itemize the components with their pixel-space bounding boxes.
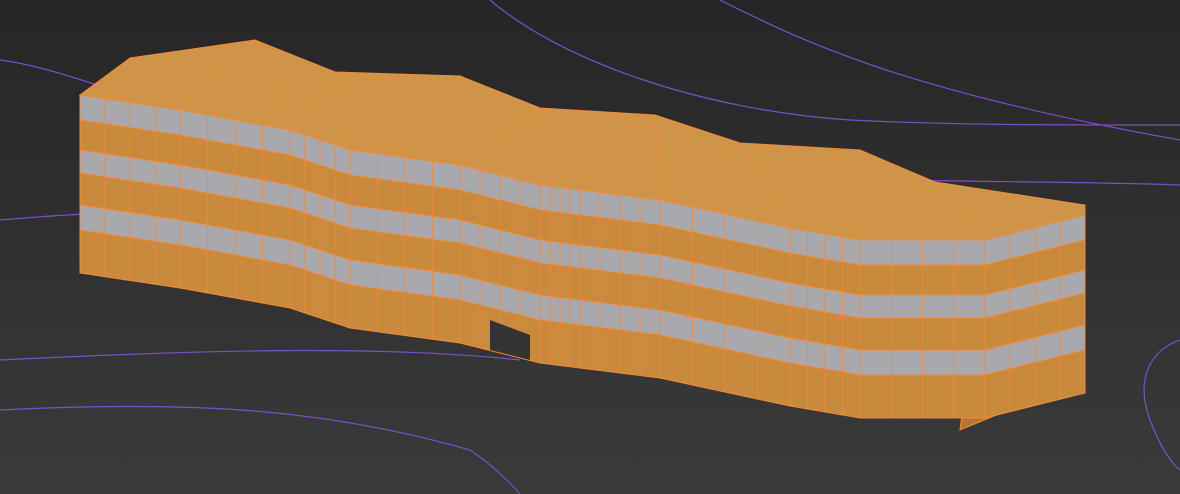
scene-spline bbox=[1143, 339, 1180, 471]
scene-spline bbox=[489, 0, 1180, 126]
scene-spline bbox=[719, 0, 1180, 141]
3d-viewport[interactable] bbox=[0, 0, 1180, 494]
scene-spline bbox=[0, 405, 521, 494]
scene-spline bbox=[0, 349, 521, 361]
viewport-scene[interactable] bbox=[0, 0, 1180, 494]
